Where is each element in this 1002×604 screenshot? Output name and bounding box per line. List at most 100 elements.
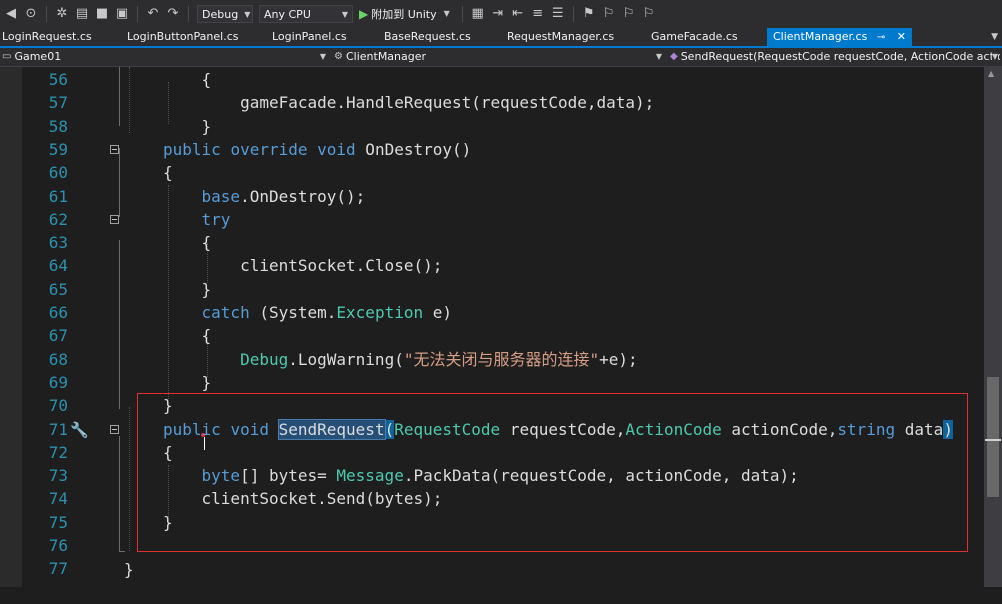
collapse-icon[interactable]	[110, 424, 119, 434]
bookmark-icon[interactable]: ⚑	[582, 7, 596, 21]
chevron-down-icon[interactable]: ▼	[440, 7, 454, 21]
line-number: 75	[48, 512, 68, 532]
code-line[interactable]: 65 }	[0, 278, 984, 301]
open-file-icon[interactable]: ▤	[75, 7, 89, 21]
closing-brace-76: }	[0, 535, 984, 579]
toolbar-divider	[137, 6, 138, 22]
code-line[interactable]: 57 gameFacade.HandleRequest(requestCode,…	[0, 91, 984, 114]
undo-icon[interactable]: ↶	[146, 7, 160, 21]
browser-link-icon[interactable]: ▦	[471, 7, 485, 21]
attach-to-unity-button[interactable]: ▶ 附加到 Unity ▼	[359, 6, 454, 22]
chevron-down-icon: ▼	[655, 52, 662, 61]
member-dropdown[interactable]: ◆ SendRequest(RequestCode requestCode, A…	[670, 48, 1000, 66]
code-line[interactable]: 70}	[0, 394, 984, 417]
attach-to-unity-label: 附加到 Unity	[371, 8, 437, 21]
code-text: clientSocket.Close();	[163, 254, 442, 277]
format-icon[interactable]: ≡	[531, 7, 545, 21]
show-next-icon[interactable]: ⇤	[511, 7, 525, 21]
code-text: byte[] bytes= Message.PackData(requestCo…	[163, 464, 799, 487]
line-number: 61	[48, 186, 68, 206]
collapse-icon[interactable]	[110, 144, 119, 154]
navigation-bar: ▭ Game01 ▼ ⚙ ClientManager ▼ ◆ SendReque…	[0, 48, 1002, 67]
code-text: {	[163, 441, 173, 464]
code-token: base	[201, 186, 241, 206]
tab-loginbuttonpanel[interactable]: LoginButtonPanel.cs	[127, 28, 238, 46]
line-number: 74	[48, 489, 68, 509]
line-number: 57	[48, 93, 68, 113]
code-token: "无法关闭与服务器的连接"	[403, 349, 600, 369]
code-token: }	[163, 279, 212, 299]
line-number: 67	[48, 326, 68, 346]
code-line[interactable]: 61 base.OnDestroy();	[0, 185, 984, 208]
code-text: }	[124, 560, 134, 579]
close-icon[interactable]: ✕	[897, 30, 906, 43]
redo-icon[interactable]: ↷	[166, 7, 180, 21]
code-line[interactable]: 59 public override void OnDestroy()	[0, 138, 984, 161]
code-token: }	[163, 396, 173, 416]
project-dropdown[interactable]: ▭ Game01 ▼	[2, 48, 328, 66]
code-text: }	[163, 115, 212, 138]
code-line[interactable]: 62 try	[0, 208, 984, 231]
tab-overflow-icon[interactable]: ▼	[991, 28, 998, 46]
forward-icon[interactable]: ⊙	[24, 7, 38, 21]
code-token: .LogWarning(	[288, 349, 404, 369]
code-token: data	[895, 419, 944, 439]
project-name: Game01	[14, 50, 62, 63]
vertical-scrollbar[interactable]: ▲	[984, 67, 1002, 587]
new-project-icon[interactable]: ✲	[55, 7, 69, 21]
solution-config-dropdown[interactable]: Debug ▼	[197, 5, 253, 23]
prev-bookmark-icon[interactable]: ⚐	[602, 7, 616, 21]
code-line[interactable]: 71 public void SendRequest(RequestCode re…	[0, 418, 984, 441]
code-line[interactable]: 56 {	[0, 68, 984, 91]
next-bookmark-icon[interactable]: ⚐	[622, 7, 636, 21]
tab-requestmanager[interactable]: RequestManager.cs	[507, 28, 614, 46]
code-token: public	[163, 419, 221, 439]
save-icon[interactable]: ■	[95, 7, 109, 21]
code-line[interactable]: 69 }	[0, 371, 984, 394]
code-line[interactable]: 74 clientSocket.Send(bytes);	[0, 487, 984, 510]
code-line[interactable]: 77	[0, 557, 984, 580]
code-editor[interactable]: 🔧 56 {57 gameFacade.HandleRequest(reques…	[0, 67, 984, 587]
save-all-icon[interactable]: ▣	[115, 7, 129, 21]
code-token: clientSocket.Send(bytes);	[163, 489, 443, 509]
code-line[interactable]: 67 {	[0, 324, 984, 347]
code-text: public override void OnDestroy()	[163, 138, 471, 161]
code-text: try	[163, 208, 231, 231]
scroll-up-icon[interactable]: ▲	[988, 69, 994, 78]
code-line[interactable]: 75}	[0, 511, 984, 534]
step-over-icon[interactable]: ⇥	[491, 7, 505, 21]
tab-baserequest[interactable]: BaseRequest.cs	[384, 28, 471, 46]
tab-gamefacade[interactable]: GameFacade.cs	[651, 28, 738, 46]
comment-icon[interactable]: ☰	[551, 7, 565, 21]
class-dropdown[interactable]: ⚙ ClientManager ▼	[334, 48, 664, 66]
code-line[interactable]: 68 Debug.LogWarning("无法关闭与服务器的连接"+e);	[0, 348, 984, 371]
back-icon[interactable]: ◀	[4, 7, 18, 21]
code-line[interactable]: 58 }	[0, 115, 984, 138]
code-token: e)	[423, 303, 453, 322]
tab-loginrequest[interactable]: LoginRequest.cs	[2, 28, 92, 46]
code-line[interactable]: 60 {	[0, 161, 984, 184]
collapse-icon[interactable]	[110, 214, 119, 224]
code-text: base.OnDestroy();	[163, 185, 366, 208]
scrollbar-thumb[interactable]	[987, 377, 999, 497]
pin-icon[interactable]: ⊸	[877, 32, 885, 43]
code-line[interactable]: 63 {	[0, 231, 984, 254]
code-line[interactable]: 64 clientSocket.Close();	[0, 254, 984, 277]
code-token: (	[384, 419, 395, 439]
code-token: .OnDestroy();	[240, 186, 366, 206]
line-number: 73	[48, 466, 68, 486]
code-text: gameFacade.HandleRequest(requestCode,dat…	[163, 91, 654, 114]
code-line[interactable]: 66 catch (System.Exception e)	[0, 301, 984, 324]
line-number: 72	[48, 442, 68, 462]
clear-bookmarks-icon[interactable]: ⚐	[642, 7, 656, 21]
project-icon: ▭	[2, 51, 12, 62]
code-line[interactable]: 73 byte[] bytes= Message.PackData(reques…	[0, 464, 984, 487]
platform-value: Any CPU	[264, 7, 311, 21]
platform-dropdown[interactable]: Any CPU ▼	[259, 5, 353, 23]
tab-loginpanel[interactable]: LoginPanel.cs	[272, 28, 347, 46]
chevron-down-icon: ▼	[341, 9, 348, 19]
code-token: SendRequest	[277, 418, 386, 440]
code-line[interactable]: 72 {	[0, 441, 984, 464]
code-token: void	[230, 419, 269, 439]
tab-clientmanager[interactable]: ClientManager.cs ⊸ ✕	[767, 28, 912, 46]
